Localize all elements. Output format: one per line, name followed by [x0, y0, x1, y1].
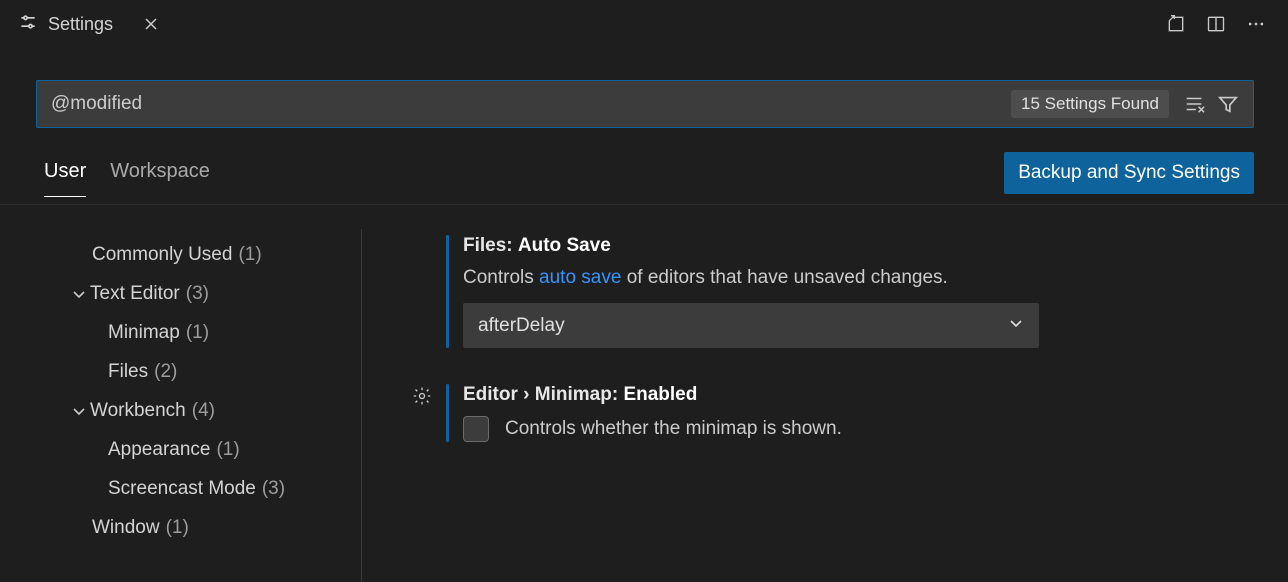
backup-sync-button[interactable]: Backup and Sync Settings — [1004, 152, 1254, 194]
modified-indicator — [446, 235, 449, 348]
sidebar-item-files[interactable]: Files (2) — [0, 352, 361, 391]
gear-icon[interactable] — [412, 386, 434, 408]
autosave-link[interactable]: auto save — [539, 267, 621, 288]
setting-gutter — [404, 235, 446, 237]
setting-checkbox-row: Controls whether the minimap is shown. — [463, 416, 1258, 442]
settings-body: Commonly Used (1) Text Editor (3) Minima… — [0, 229, 1288, 582]
scope-row: User Workspace Backup and Sync Settings — [0, 144, 1288, 205]
sidebar-item-count: (1) — [238, 244, 261, 266]
setting-category: Editor › Minimap: — [463, 384, 623, 405]
filter-icon[interactable] — [1215, 91, 1241, 117]
clear-search-icon[interactable] — [1181, 91, 1207, 117]
autosave-dropdown[interactable]: afterDelay — [463, 303, 1039, 348]
tab-label: Settings — [48, 14, 113, 35]
setting-title: Editor › Minimap: Enabled — [463, 384, 1258, 406]
settings-icon — [18, 12, 38, 37]
dropdown-value: afterDelay — [478, 315, 565, 337]
sidebar-item-window[interactable]: Window (1) — [0, 508, 361, 547]
scope-tabs: User Workspace — [44, 160, 210, 196]
setting-description: Controls auto save of editors that have … — [463, 267, 1258, 289]
sidebar-item-appearance[interactable]: Appearance (1) — [0, 430, 361, 469]
modified-indicator — [446, 384, 449, 442]
chevron-down-icon — [68, 286, 90, 302]
search-results-count: 15 Settings Found — [1011, 90, 1169, 118]
setting-category: Files: — [463, 235, 518, 256]
sidebar-item-minimap[interactable]: Minimap (1) — [0, 313, 361, 352]
search-input[interactable] — [51, 93, 1011, 115]
sidebar-item-count: (3) — [262, 478, 285, 500]
search-bar: 15 Settings Found — [36, 80, 1254, 128]
sidebar-item-workbench[interactable]: Workbench (4) — [0, 391, 361, 430]
sidebar-item-count: (1) — [216, 439, 239, 461]
sidebar-item-label: Text Editor — [90, 283, 180, 305]
close-tab-button[interactable] — [131, 16, 171, 32]
sidebar-item-count: (2) — [154, 361, 177, 383]
setting-minimap: Editor › Minimap: Enabled Controls wheth… — [404, 384, 1288, 442]
settings-content: Files: Auto Save Controls auto save of e… — [362, 229, 1288, 582]
sidebar-item-text-editor[interactable]: Text Editor (3) — [0, 274, 361, 313]
sidebar-item-label: Window — [92, 517, 160, 539]
more-actions-icon[interactable] — [1242, 10, 1270, 38]
setting-name: Auto Save — [518, 235, 611, 256]
sidebar-item-count: (3) — [186, 283, 209, 305]
sidebar-item-label: Files — [108, 361, 148, 383]
search-wrap: 15 Settings Found — [0, 48, 1288, 144]
chevron-down-icon — [68, 403, 90, 419]
setting-title: Files: Auto Save — [463, 235, 1258, 257]
setting-autosave: Files: Auto Save Controls auto save of e… — [404, 235, 1288, 348]
title-bar: Settings — [0, 0, 1288, 48]
setting-gutter — [404, 384, 446, 408]
scope-tab-workspace[interactable]: Workspace — [110, 160, 210, 196]
settings-tab[interactable]: Settings — [0, 0, 131, 48]
chevron-down-icon — [1008, 315, 1024, 337]
sidebar-item-count: (4) — [192, 400, 215, 422]
sidebar-item-count: (1) — [166, 517, 189, 539]
title-bar-actions — [1162, 10, 1280, 38]
sidebar-item-label: Workbench — [90, 400, 186, 422]
minimap-checkbox[interactable] — [463, 416, 489, 442]
setting-body: Files: Auto Save Controls auto save of e… — [463, 235, 1288, 348]
sidebar-item-label: Commonly Used — [92, 244, 232, 266]
setting-body: Editor › Minimap: Enabled Controls wheth… — [463, 384, 1288, 442]
sidebar-item-count: (1) — [186, 322, 209, 344]
settings-sidebar: Commonly Used (1) Text Editor (3) Minima… — [0, 229, 362, 582]
open-to-side-icon[interactable] — [1162, 10, 1190, 38]
sidebar-item-commonly-used[interactable]: Commonly Used (1) — [0, 235, 361, 274]
split-editor-icon[interactable] — [1202, 10, 1230, 38]
setting-description: Controls whether the minimap is shown. — [505, 418, 842, 440]
scope-tab-user[interactable]: User — [44, 160, 86, 197]
tab-area: Settings — [0, 0, 171, 48]
sidebar-item-screencast-mode[interactable]: Screencast Mode (3) — [0, 469, 361, 508]
sidebar-item-label: Minimap — [108, 322, 180, 344]
sidebar-item-label: Appearance — [108, 439, 210, 461]
setting-name: Enabled — [623, 384, 697, 405]
sidebar-item-label: Screencast Mode — [108, 478, 256, 500]
